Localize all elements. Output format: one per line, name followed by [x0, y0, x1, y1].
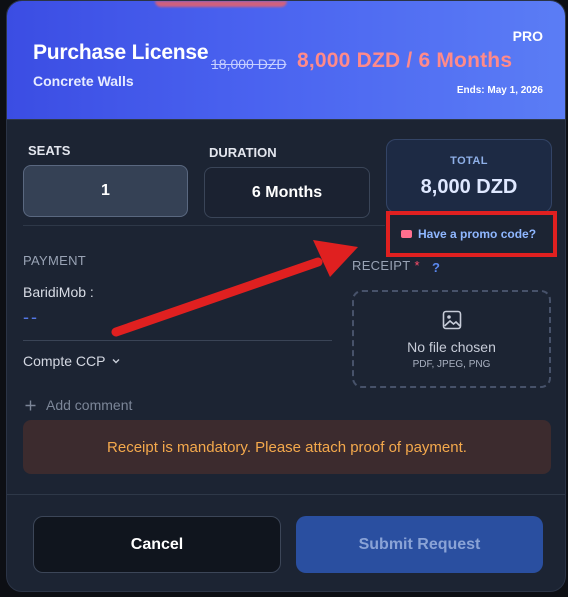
modal-title: Purchase License — [33, 41, 209, 64]
payment-label: PAYMENT — [23, 253, 87, 268]
seats-label: SEATS — [28, 143, 71, 158]
total-label: TOTAL — [450, 155, 488, 167]
payment-divider — [23, 340, 332, 341]
total-card: TOTAL 8,000 DZD — [386, 139, 552, 213]
receipt-label: RECEIPT * — [352, 258, 420, 273]
seats-input[interactable]: 1 — [23, 165, 188, 217]
payment-number: -- — [23, 307, 39, 327]
receipt-warning: Receipt is mandatory. Please attach proo… — [23, 420, 551, 474]
duration-label: DURATION — [209, 145, 277, 160]
header-accent-bar — [155, 1, 287, 7]
purchase-license-modal: Purchase License Concrete Walls PRO 18,0… — [6, 0, 566, 592]
add-comment-label: Add comment — [46, 397, 133, 413]
plan-badge: PRO — [512, 28, 543, 44]
original-price: 18,000 DZD — [211, 56, 287, 72]
chevron-down-icon — [112, 359, 120, 364]
payment-method: BaridiMob : — [23, 284, 94, 300]
dropzone-hint: PDF, JPEG, PNG — [412, 359, 491, 370]
receipt-dropzone[interactable]: No file chosen PDF, JPEG, PNG — [352, 290, 551, 388]
account-type-label: Compte CCP — [23, 353, 106, 369]
seats-divider — [23, 225, 385, 226]
total-value: 8,000 DZD — [420, 176, 518, 198]
expiry-date: Ends: May 1, 2026 — [456, 85, 543, 96]
footer-divider — [7, 494, 565, 495]
discounted-price: 8,000 DZD / 6 Months — [297, 49, 513, 72]
modal-header: Purchase License Concrete Walls PRO 18,0… — [7, 1, 565, 119]
annotation-highlight-box — [386, 211, 557, 257]
header-divider — [7, 119, 565, 120]
receipt-help-icon[interactable]: ? — [432, 260, 440, 275]
submit-request-button[interactable]: Submit Request — [296, 516, 543, 573]
add-comment-button[interactable]: Add comment — [25, 397, 132, 413]
plus-icon — [25, 400, 36, 410]
duration-select[interactable]: 6 Months — [204, 167, 370, 218]
account-type-select[interactable]: Compte CCP — [23, 353, 121, 369]
required-mark: * — [414, 258, 420, 273]
product-name: Concrete Walls — [33, 73, 134, 89]
receipt-label-text: RECEIPT — [352, 258, 411, 273]
dropzone-text: No file chosen — [407, 339, 496, 355]
image-icon — [442, 310, 462, 330]
cancel-button[interactable]: Cancel — [33, 516, 281, 573]
